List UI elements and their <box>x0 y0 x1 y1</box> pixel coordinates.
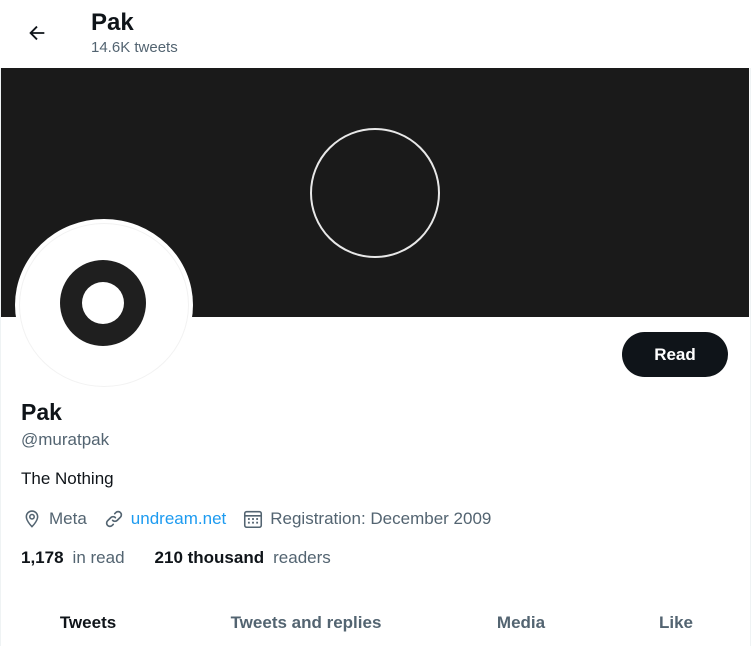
followers-label[interactable]: readers <box>273 548 331 568</box>
link-icon <box>103 508 125 530</box>
tab-media[interactable]: Media <box>471 600 571 646</box>
follow-stats: 1,178 in read 210 thousand readers <box>21 547 361 569</box>
avatar[interactable] <box>15 219 193 391</box>
read-button[interactable]: Read <box>622 332 728 377</box>
location-item: Meta <box>21 508 87 530</box>
website-link[interactable]: undream.net <box>131 509 226 529</box>
arrow-left-icon <box>29 25 45 41</box>
location-text: Meta <box>49 509 87 528</box>
tab-like[interactable]: Like <box>641 600 711 646</box>
profile-handle: @muratpak <box>21 430 110 449</box>
avatar-image <box>19 223 189 387</box>
profile-name: Pak <box>21 399 62 425</box>
registration-text: Registration: December 2009 <box>270 509 492 528</box>
back-button[interactable] <box>19 15 55 51</box>
location-pin-icon <box>21 508 43 530</box>
avatar-ring-graphic <box>59 260 146 346</box>
header-title: Pak <box>91 9 134 36</box>
calendar-icon <box>242 508 264 530</box>
tweet-count: 14.6K tweets <box>91 39 178 56</box>
following-label[interactable]: in read <box>73 548 125 568</box>
profile-bio: The Nothing <box>21 469 114 488</box>
profile-meta: Meta undream.net Registration: December … <box>21 507 507 531</box>
registration-item: Registration: December 2009 <box>242 508 491 530</box>
tab-tweets-and-replies[interactable]: Tweets and replies <box>206 600 406 646</box>
followers-count[interactable]: 210 thousand <box>155 548 265 568</box>
banner-circle-graphic <box>310 128 440 258</box>
website-item: undream.net <box>103 508 226 530</box>
following-count[interactable]: 1,178 <box>21 548 64 568</box>
tab-tweets[interactable]: Tweets <box>28 600 148 646</box>
profile-tabs: Tweets Tweets and replies Media Like <box>1 600 749 646</box>
profile-header: Pak 14.6K tweets <box>0 0 751 68</box>
